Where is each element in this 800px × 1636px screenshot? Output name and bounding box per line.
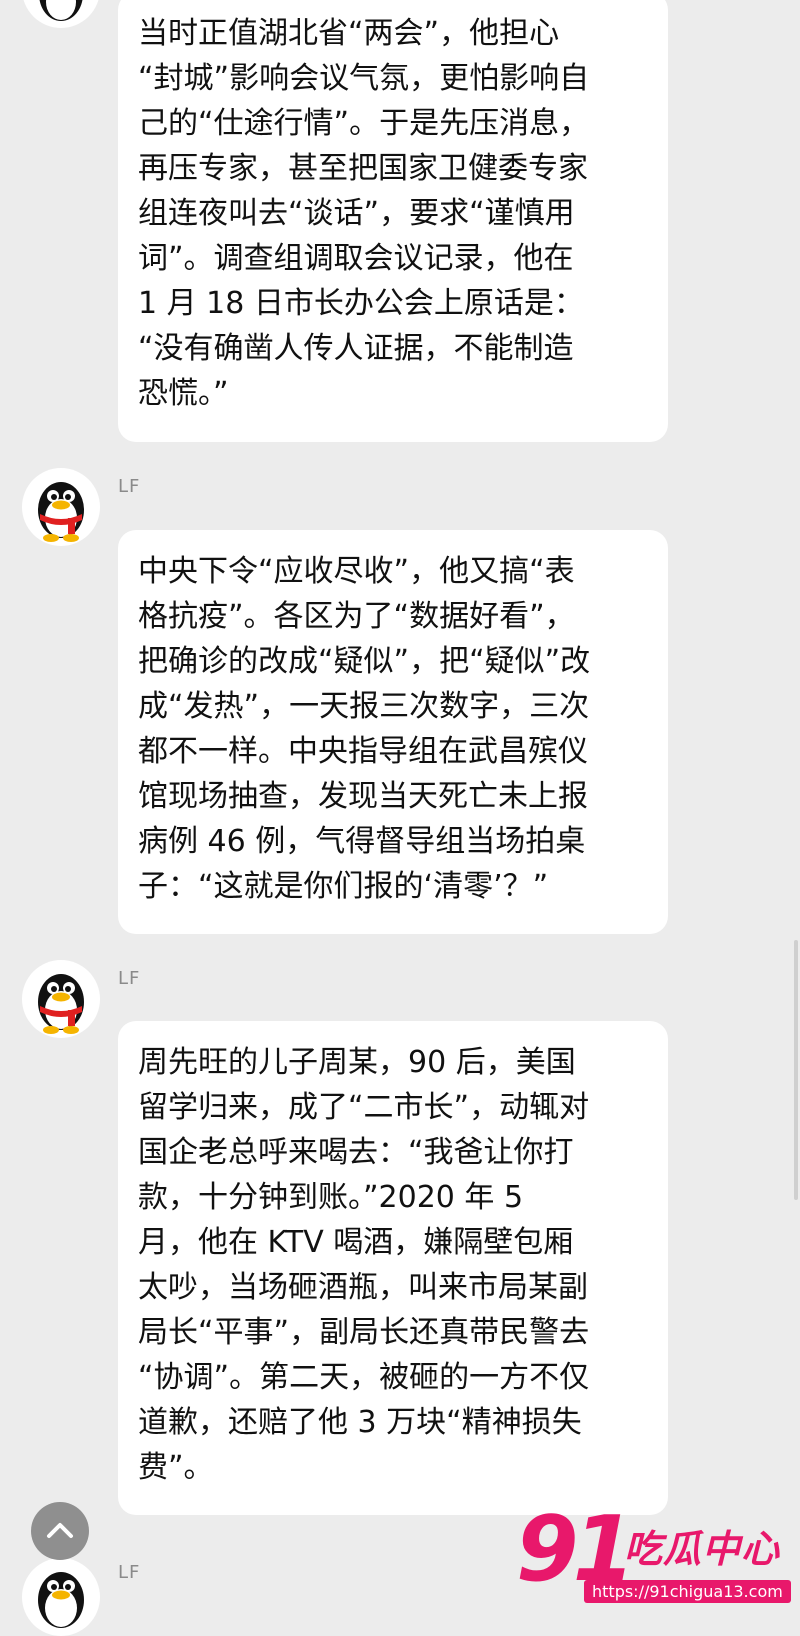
qq-penguin-icon [39, 0, 83, 21]
avatar[interactable] [22, 468, 100, 546]
sender-name: LF [118, 1562, 141, 1583]
watermark-url: https://91chigua13.com [584, 1580, 791, 1603]
message-bubble[interactable]: 中央下令“应收尽收”，他又搞“表 格抗疫”。各区为了“数据好看”， 把确诊的改成… [118, 530, 668, 934]
avatar[interactable] [22, 960, 100, 1038]
watermark-logo: 91 吃瓜中心 https://91chigua13.com [516, 1500, 791, 1610]
qq-penguin-icon [38, 1572, 84, 1628]
sender-name: LF [118, 476, 141, 497]
scroll-up-button[interactable] [31, 1502, 89, 1560]
sender-name: LF [118, 968, 141, 989]
chevron-up-icon [47, 1523, 73, 1538]
avatar[interactable] [22, 1558, 100, 1636]
watermark-name: 吃瓜中心 [624, 1527, 781, 1571]
qq-penguin-icon [38, 482, 84, 542]
qq-penguin-icon [38, 974, 84, 1034]
message-bubble[interactable]: 周先旺的儿子周某，90 后，美国 留学归来，成了“二市长”，动辄对 国企老总呼来… [118, 1021, 668, 1515]
avatar[interactable] [22, 0, 100, 28]
scrollbar[interactable] [794, 940, 798, 1200]
message-bubble[interactable]: 当时正值湖北省“两会”，他担心 “封城”影响会议气氛，更怕影响自 己的“仕途行情… [118, 0, 668, 442]
